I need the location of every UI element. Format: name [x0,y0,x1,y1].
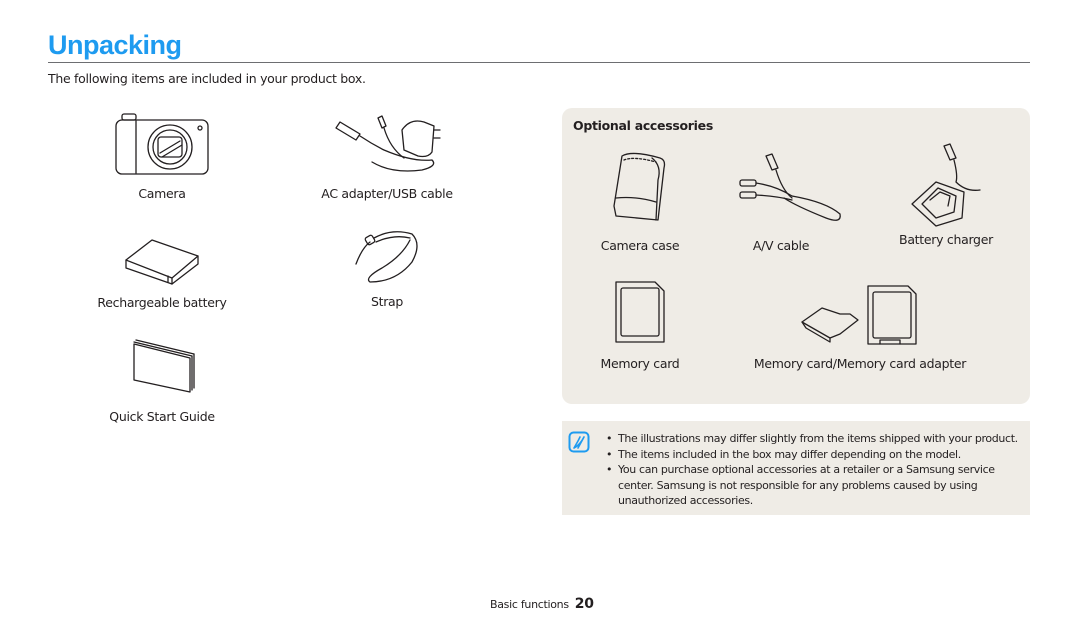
item-label: Strap [370,294,404,309]
note-bullet: The illustrations may differ slightly fr… [606,431,1026,447]
footer-section: Basic functions [490,598,569,611]
item-quick-start-guide: Quick Start Guide [92,339,232,424]
strap-icon [355,231,418,283]
item-label: A/V cable [752,238,810,253]
title-divider [48,62,1030,63]
item-memory-card-adapter: Memory card/Memory card adapter [750,284,970,371]
note-bullet: You can purchase optional accessories at… [606,462,1026,509]
item-av-cable: A/V cable [736,150,841,253]
item-ac-adapter: AC adapter/USB cable [312,112,462,201]
item-battery: Rechargeable battery [92,236,232,310]
page-title: Unpacking [48,30,182,60]
note-list: The illustrations may differ slightly fr… [606,431,1026,509]
av-cable-icon [739,153,841,221]
item-strap: Strap [332,230,442,309]
ac-adapter-icon [335,115,441,172]
optional-accessories-heading: Optional accessories [573,118,713,133]
item-label: Camera [138,186,186,201]
item-label: Rechargeable battery [97,295,227,310]
item-camera: Camera [92,112,232,201]
item-memory-card: Memory card [580,280,700,371]
battery-charger-icon [911,143,981,227]
item-camera-case: Camera case [580,150,700,253]
note-bullet: The items included in the box may differ… [606,447,1026,463]
camera-case-icon [613,152,666,221]
page-number: 20 [574,596,594,612]
battery-icon [125,239,199,285]
item-label: Battery charger [899,232,993,247]
page-footer: Basic functions 20 [490,596,594,612]
item-label: Quick Start Guide [109,409,215,424]
item-label: Memory card/Memory card adapter [753,356,967,371]
camera-icon [115,113,209,175]
item-label: Memory card [600,356,680,371]
item-label: AC adapter/USB cable [321,186,453,201]
memory-card-icon [615,281,665,343]
memory-card-adapter-icon [801,285,917,345]
quick-start-guide-icon [133,339,195,393]
intro-text: The following items are included in your… [48,71,366,86]
note-pencil-icon [568,431,590,453]
item-label: Camera case [600,238,680,253]
item-battery-charger: Battery charger [886,142,1006,247]
